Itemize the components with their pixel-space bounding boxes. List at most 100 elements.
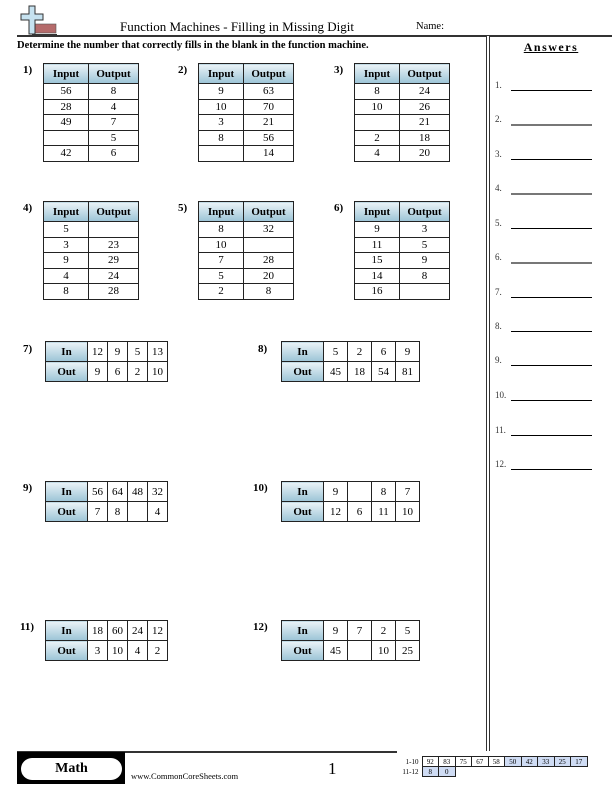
answer-number: 7.: [495, 287, 502, 297]
input-cell: 9: [198, 83, 244, 100]
answer-blank[interactable]: [511, 193, 592, 195]
answer-number: 11.: [495, 425, 506, 435]
function-table-9: In 56 64 48 32 Out 7 8 4: [45, 481, 168, 522]
out-cell: 18: [347, 361, 372, 382]
plus-cross-logo-icon: [20, 5, 57, 36]
in-cell: 5: [127, 341, 148, 362]
blank-cell[interactable]: [347, 481, 372, 502]
out-row: Out 3 10 4 2: [45, 640, 168, 661]
answer-blank[interactable]: [511, 159, 592, 160]
out-row: Out 12 6 11 10: [281, 501, 420, 522]
output-cell: 5: [88, 129, 139, 146]
input-cell: 10: [198, 98, 244, 115]
out-cell: 81: [395, 361, 420, 382]
table-row: 8 56: [198, 129, 294, 146]
input-cell: 2: [354, 129, 400, 146]
out-cell: 6: [347, 501, 372, 522]
score-cell: 42: [520, 756, 538, 767]
table-row: 28 4: [43, 98, 139, 115]
table-row: 10 26: [354, 98, 450, 115]
name-label: Name:: [416, 21, 444, 32]
in-cell: 32: [147, 481, 168, 502]
table-row: 15 9: [354, 252, 450, 269]
input-cell: 3: [43, 236, 89, 253]
blank-cell[interactable]: [127, 501, 148, 522]
score-range-label: 1-10: [405, 757, 419, 766]
answer-blank[interactable]: [511, 435, 592, 436]
table-row: 10: [198, 236, 294, 253]
table-row: 5 20: [198, 267, 294, 284]
blank-cell[interactable]: [399, 283, 450, 300]
table-row: 9 63: [198, 83, 294, 100]
table-header-row: Input Output: [198, 63, 294, 84]
score-table: 1-10 92 83 75 67 58 50 42 33 25 17 11-12 8 0: [396, 756, 588, 777]
input-header: Input: [43, 201, 89, 222]
out-row: Out 7 8 4: [45, 501, 168, 522]
out-cell: 10: [395, 501, 420, 522]
out-cell: 10: [107, 640, 128, 661]
blank-cell[interactable]: [243, 236, 294, 253]
in-cell: 9: [323, 481, 348, 502]
answer-blank[interactable]: [511, 124, 592, 126]
table-header-row: Input Output: [198, 201, 294, 222]
score-row: 11-12 8 0: [396, 766, 587, 777]
table-header-row: Input Output: [354, 201, 450, 222]
answer-blank[interactable]: [511, 331, 592, 332]
input-cell: 7: [198, 252, 244, 269]
answer-row: 7.: [495, 287, 612, 301]
score-cell: 25: [553, 756, 571, 767]
table-row: 3 21: [198, 114, 294, 131]
answer-row: 11.: [495, 425, 612, 439]
blank-cell[interactable]: [354, 114, 400, 131]
out-cell: 4: [127, 640, 148, 661]
answer-number: 2.: [495, 114, 502, 124]
score-cell: 58: [487, 756, 505, 767]
input-cell: 10: [354, 98, 400, 115]
table-row: 16: [354, 283, 450, 300]
score-cell: 83: [438, 756, 456, 767]
input-header: Input: [198, 63, 244, 84]
out-cell: 12: [323, 501, 348, 522]
answer-blank[interactable]: [511, 365, 592, 366]
problem-number: 4): [23, 202, 33, 214]
answer-blank[interactable]: [511, 90, 592, 91]
output-header: Output: [88, 201, 139, 222]
out-cell: 2: [147, 640, 168, 661]
output-cell: 56: [243, 129, 294, 146]
answer-blank[interactable]: [511, 400, 592, 401]
table-row: 10 70: [198, 98, 294, 115]
answer-number: 10.: [495, 390, 507, 400]
in-cell: 12: [87, 341, 108, 362]
blank-cell[interactable]: [88, 221, 139, 238]
in-cell: 48: [127, 481, 148, 502]
input-cell: 14: [354, 267, 400, 284]
input-cell: 15: [354, 252, 400, 269]
problem-number: 5): [178, 202, 188, 214]
input-cell: 42: [43, 145, 89, 162]
input-cell: 8: [198, 221, 244, 238]
input-cell: 4: [354, 145, 400, 162]
answer-blank[interactable]: [511, 262, 592, 264]
output-cell: 24: [399, 83, 450, 100]
output-header: Output: [399, 63, 450, 84]
blank-cell[interactable]: [347, 640, 372, 661]
output-cell: 23: [88, 236, 139, 253]
blank-cell[interactable]: [43, 129, 89, 146]
out-cell: 25: [395, 640, 420, 661]
function-table-8: In 5 2 6 9 Out 45 18 54 81: [281, 341, 420, 382]
in-row: In 5 2 6 9: [281, 341, 420, 362]
out-row: Out 45 10 25: [281, 640, 420, 661]
blank-cell[interactable]: [198, 145, 244, 162]
in-header: In: [281, 620, 324, 641]
answer-blank[interactable]: [511, 469, 592, 470]
table-row: 8 24: [354, 83, 450, 100]
output-cell: 26: [399, 98, 450, 115]
out-cell: 45: [323, 640, 348, 661]
answer-row: 6.: [495, 252, 612, 266]
answer-row: 9.: [495, 355, 612, 369]
answer-blank[interactable]: [511, 228, 592, 229]
answer-blank[interactable]: [511, 297, 592, 298]
table-row: 11 5: [354, 236, 450, 253]
answer-row: 8.: [495, 321, 612, 335]
in-cell: 18: [87, 620, 108, 641]
